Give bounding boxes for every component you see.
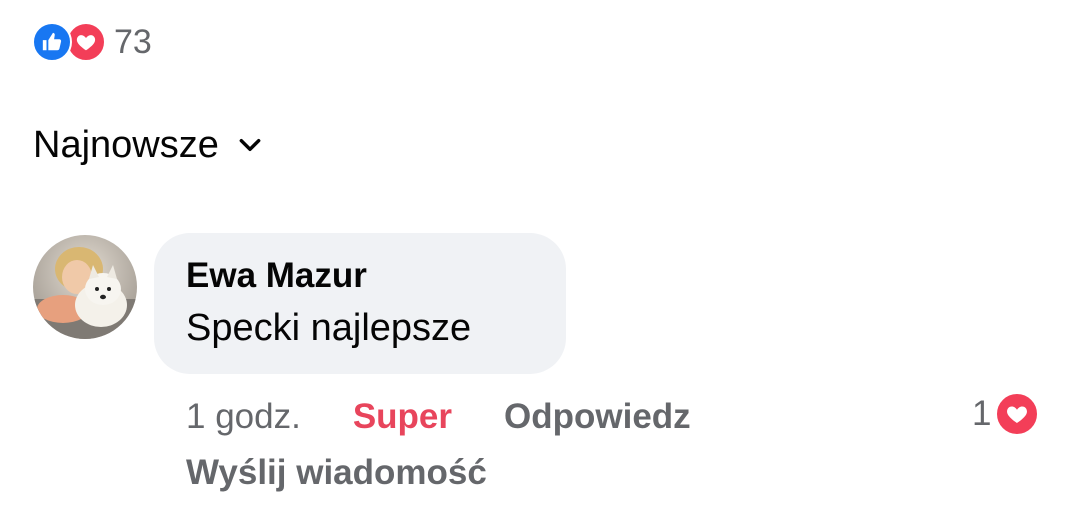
comment-bubble: Ewa Mazur Specki najlepsze xyxy=(154,233,566,374)
sort-dropdown[interactable]: Najnowsze xyxy=(33,122,263,168)
super-reaction-button[interactable]: Super xyxy=(353,394,452,440)
reactions-summary[interactable]: 73 xyxy=(32,22,152,62)
chevron-down-icon xyxy=(237,132,263,158)
comments-section: 73 Najnowsze Ewa Mazur Specki najlepsze … xyxy=(0,0,1080,517)
thumbs-up-icon xyxy=(32,22,72,62)
send-message-button[interactable]: Wyślij wiadomość xyxy=(186,450,487,496)
heart-icon xyxy=(66,22,106,62)
comment-timestamp[interactable]: 1 godz. xyxy=(186,394,301,440)
comment-text: Specki najlepsze xyxy=(186,307,472,349)
sort-label: Najnowsze xyxy=(33,124,219,166)
comment-author[interactable]: Ewa Mazur xyxy=(186,255,534,297)
reply-button[interactable]: Odpowiedz xyxy=(504,394,691,440)
comment-actions: 1 godz. Super Odpowiedz xyxy=(186,394,691,440)
reactions-count: 73 xyxy=(114,23,152,61)
avatar[interactable] xyxy=(33,235,137,339)
comment-reaction-count: 1 xyxy=(972,394,992,433)
comment-reactions[interactable]: 1 xyxy=(972,391,1040,437)
heart-icon xyxy=(995,392,1040,436)
